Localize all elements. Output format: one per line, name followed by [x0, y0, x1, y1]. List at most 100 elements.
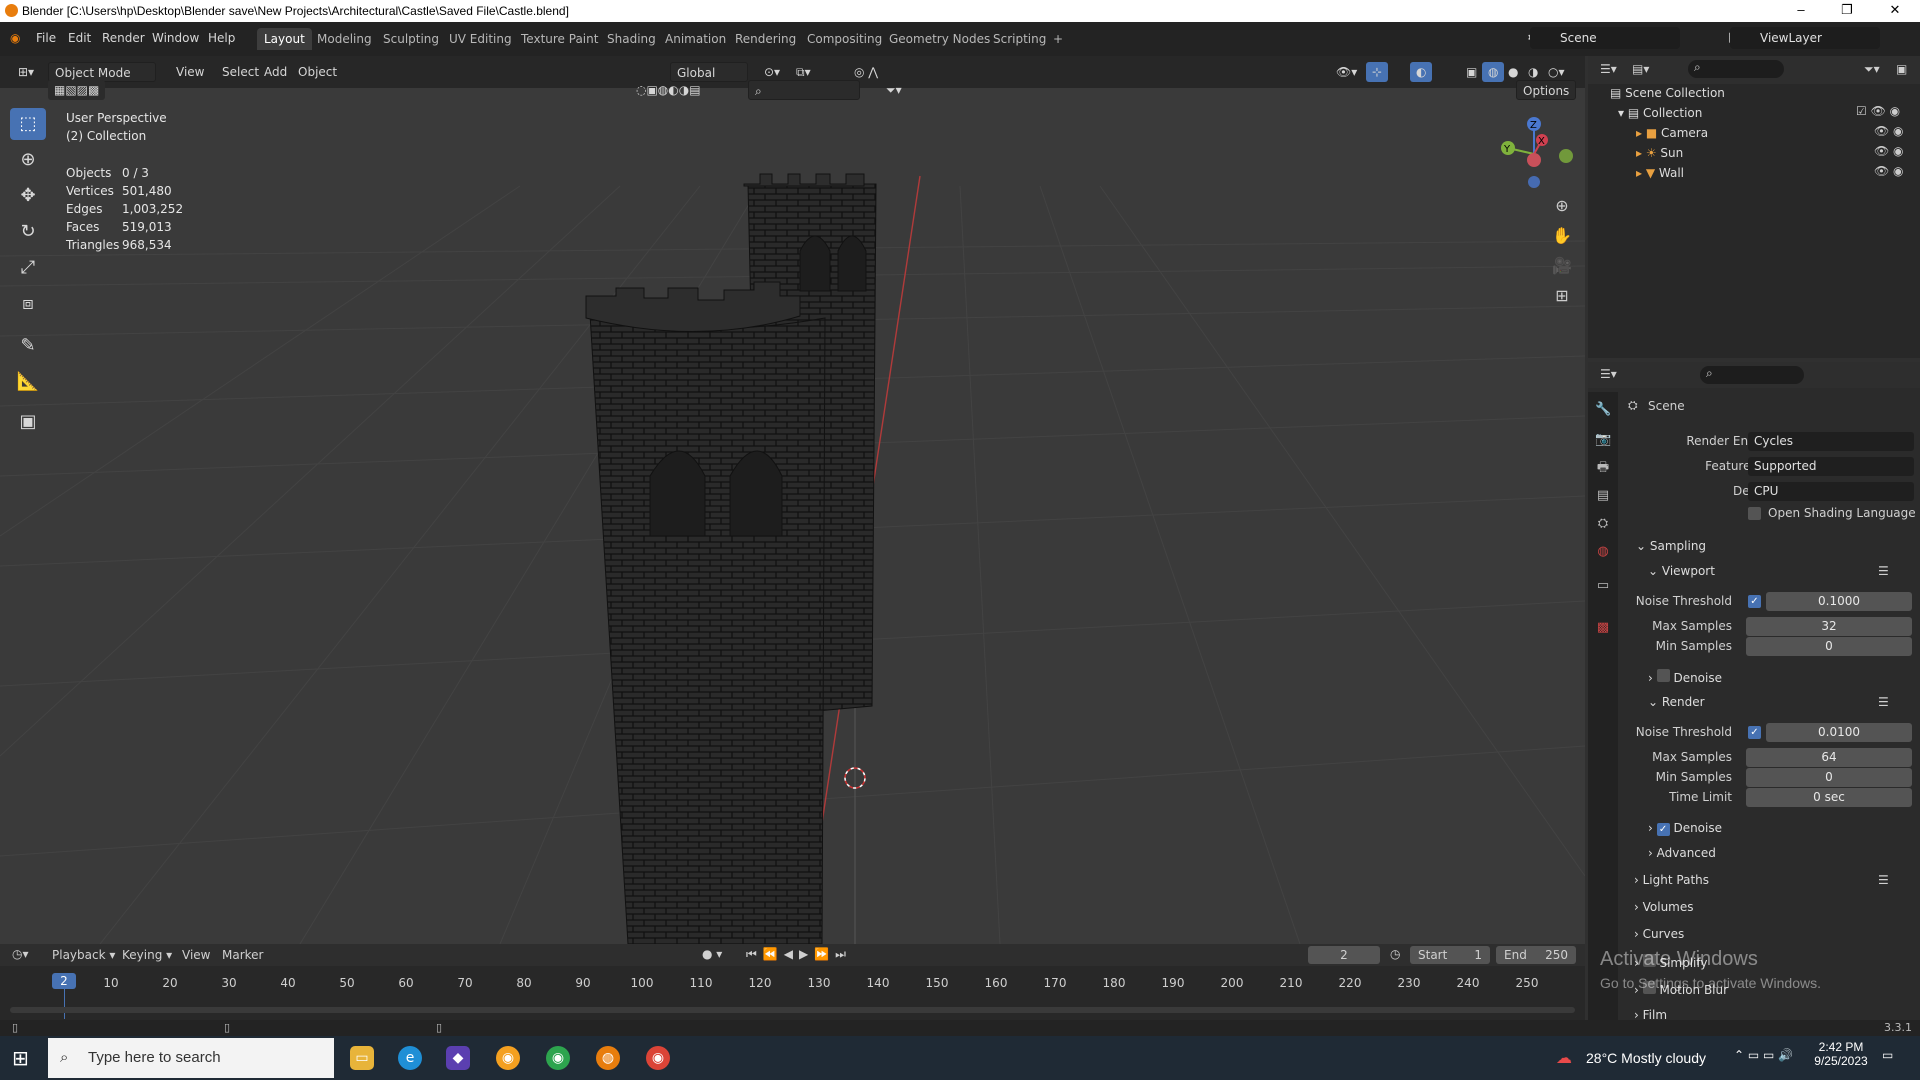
cursor-tool-icon[interactable]: ⊕ [10, 144, 46, 176]
shading-mode-icons[interactable]: ◌▣◍◐◑▤ [630, 80, 707, 100]
tab-geometry-nodes[interactable]: Geometry Nodes [882, 28, 997, 50]
volumes-toggle[interactable]: › Volumes [1634, 900, 1694, 914]
clock[interactable]: 2:42 PM 9/25/2023 [1806, 1040, 1876, 1068]
properties-editor-icon[interactable]: ☰▾ [1600, 367, 1617, 381]
menu-window[interactable]: Window [152, 31, 199, 45]
r-max-field[interactable]: 64 [1746, 748, 1912, 767]
record-icon[interactable]: ● ▾ [702, 947, 722, 961]
tab-uv-editing[interactable]: UV Editing [442, 28, 519, 50]
light-paths-toggle[interactable]: › Light Paths [1634, 873, 1709, 887]
filter-icon[interactable]: ⏷▾ [880, 80, 908, 100]
tab-texture-paint[interactable]: Texture Paint [514, 28, 605, 50]
outliner-filter-icon[interactable]: ⏷▾ [1864, 62, 1880, 77]
r-denoise-checkbox[interactable]: ✓ [1656, 823, 1670, 836]
menu-edit[interactable]: Edit [68, 31, 91, 45]
maximize-button[interactable]: ❐ [1824, 0, 1870, 22]
tab-scripting[interactable]: Scripting [986, 28, 1053, 50]
xray-icon[interactable]: ▣ [1460, 62, 1483, 82]
r-min-field[interactable]: 0 [1746, 768, 1912, 787]
vp-min-field[interactable]: 0 [1746, 637, 1912, 656]
scale-tool-icon[interactable]: ⤢ [10, 252, 46, 284]
vp-max-field[interactable]: 32 [1746, 617, 1912, 636]
new-collection-icon[interactable]: ▣ [1896, 62, 1907, 76]
close-button[interactable]: ✕ [1872, 0, 1918, 22]
menu-render[interactable]: Render [102, 31, 145, 45]
visibility-icon[interactable]: 👁▾ [1330, 62, 1363, 82]
vp-noise-field[interactable]: 0.1000 [1766, 592, 1912, 611]
tool-tab-icon[interactable]: 🔧 [1595, 402, 1611, 418]
tab-sculpting[interactable]: Sculpting [376, 28, 446, 50]
render-shading-icon[interactable]: ○▾ [1542, 62, 1571, 82]
annotate-tool-icon[interactable]: ✎ [10, 330, 46, 362]
outliner-row[interactable]: ▸ ▼ Wall [1636, 166, 1684, 180]
scene-selector[interactable]: Scene [1530, 27, 1680, 49]
3d-viewport[interactable]: ⊞▾ Object Mode View Select Add Object Gl… [0, 56, 1585, 944]
transform-tool-icon[interactable]: ⧈ [10, 288, 46, 320]
chrome-profile-icon[interactable]: ◉ [646, 1046, 670, 1070]
app-icon[interactable]: ◆ [446, 1046, 470, 1070]
device-dropdown[interactable]: CPU [1748, 482, 1914, 501]
file-explorer-icon[interactable]: ▭ [350, 1046, 374, 1070]
properties-search-icon[interactable]: ⌕ [1700, 366, 1804, 384]
vp-denoise-toggle[interactable]: › Denoise [1648, 669, 1722, 685]
navigation-gizmo[interactable]: Z Y X [1490, 112, 1580, 192]
transform-orientation-dropdown[interactable]: Global [670, 62, 748, 82]
timeline-menu-playback[interactable]: Playback ▾ [52, 948, 115, 962]
scene-tab-icon[interactable]: ⛭ [1595, 516, 1611, 532]
options-button[interactable]: Options [1516, 80, 1577, 100]
display-mode-icon[interactable]: ▤▾ [1632, 62, 1649, 76]
output-tab-icon[interactable]: 🖶 [1595, 460, 1611, 476]
pivot-icon[interactable]: ⊙▾ [758, 62, 786, 82]
outliner-row[interactable]: ▤ Scene Collection [1610, 86, 1725, 100]
current-frame-field[interactable]: 2 [1308, 946, 1380, 964]
measure-tool-icon[interactable]: 📐 [10, 366, 46, 398]
zoom-icon[interactable]: ⊕ [1548, 192, 1576, 220]
viewport-search-icon[interactable]: ⌕ [748, 80, 860, 100]
move-tool-icon[interactable]: ✥ [10, 180, 46, 212]
blender-menu-icon[interactable]: ◉ [10, 31, 20, 45]
start-frame-field[interactable]: Start 1 [1410, 946, 1490, 964]
proportional-edit-icon[interactable]: ◎ ⋀ [848, 62, 884, 82]
advanced-toggle[interactable]: › Advanced [1648, 846, 1716, 860]
collection-visibility-icons[interactable]: ☑ 👁 ◉ [1856, 104, 1900, 118]
end-frame-field[interactable]: End 250 [1496, 946, 1576, 964]
sampling-section-toggle[interactable]: ⌄ Sampling [1636, 539, 1706, 553]
outliner-row[interactable]: ▾ ▤ Collection [1618, 106, 1702, 120]
select-mode-icons[interactable]: ▦▧▨▩ [48, 80, 106, 100]
r-time-field[interactable]: 0 sec [1746, 788, 1912, 807]
chrome-canary-icon[interactable]: ◉ [496, 1046, 520, 1070]
add-workspace-button[interactable]: + [1046, 28, 1070, 50]
chrome-icon[interactable]: ◉ [546, 1046, 570, 1070]
vp-noise-checkbox[interactable]: ✓ [1748, 595, 1761, 608]
snap-icon[interactable]: ⧉▾ [790, 62, 817, 82]
minimize-button[interactable]: – [1778, 0, 1824, 22]
timeline-editor-icon[interactable]: ◷▾ [12, 947, 29, 961]
tab-shading[interactable]: Shading [600, 28, 663, 50]
playhead-marker[interactable]: 2 [52, 973, 76, 989]
viewport-preset-icon[interactable]: ☰ [1878, 564, 1889, 578]
osl-checkbox[interactable] [1748, 507, 1761, 520]
edge-icon[interactable]: e [398, 1046, 422, 1070]
pan-hand-icon[interactable]: ✋ [1548, 222, 1576, 250]
outliner-row[interactable]: ▸ ☀ Sun [1636, 146, 1683, 160]
tab-modeling[interactable]: Modeling [310, 28, 379, 50]
editor-type-button[interactable]: ⊞▾ [12, 62, 40, 82]
timeline-menu-view[interactable]: View [182, 948, 210, 962]
light-paths-preset-icon[interactable]: ☰ [1878, 873, 1889, 887]
add-cube-tool-icon[interactable]: ▣ [10, 406, 46, 438]
render-tab-icon[interactable]: 📷 [1595, 432, 1611, 448]
timeline-menu-marker[interactable]: Marker [222, 948, 263, 962]
wall-visibility-icons[interactable]: 👁 ◉ [1874, 164, 1904, 178]
vp-denoise-checkbox[interactable] [1656, 669, 1670, 682]
mode-selector[interactable]: Object Mode [48, 62, 156, 82]
outliner-row[interactable]: ▸ ■ Camera [1636, 126, 1708, 140]
notification-icon[interactable]: ▭ [1882, 1048, 1893, 1062]
timeline-menu-keying[interactable]: Keying ▾ [122, 948, 172, 962]
viewport-subsection-toggle[interactable]: ⌄ Viewport [1648, 564, 1715, 578]
viewport-menu-object[interactable]: Object [292, 62, 343, 82]
overlay-toggle-icon[interactable]: ◐ [1410, 62, 1433, 82]
camera-visibility-icons[interactable]: 👁 ◉ [1874, 124, 1904, 138]
ortho-grid-icon[interactable]: ⊞ [1548, 282, 1576, 310]
windows-start-icon[interactable]: ⊞ [12, 1046, 29, 1070]
taskbar-search-input[interactable]: ⌕ Type here to search [48, 1038, 334, 1078]
